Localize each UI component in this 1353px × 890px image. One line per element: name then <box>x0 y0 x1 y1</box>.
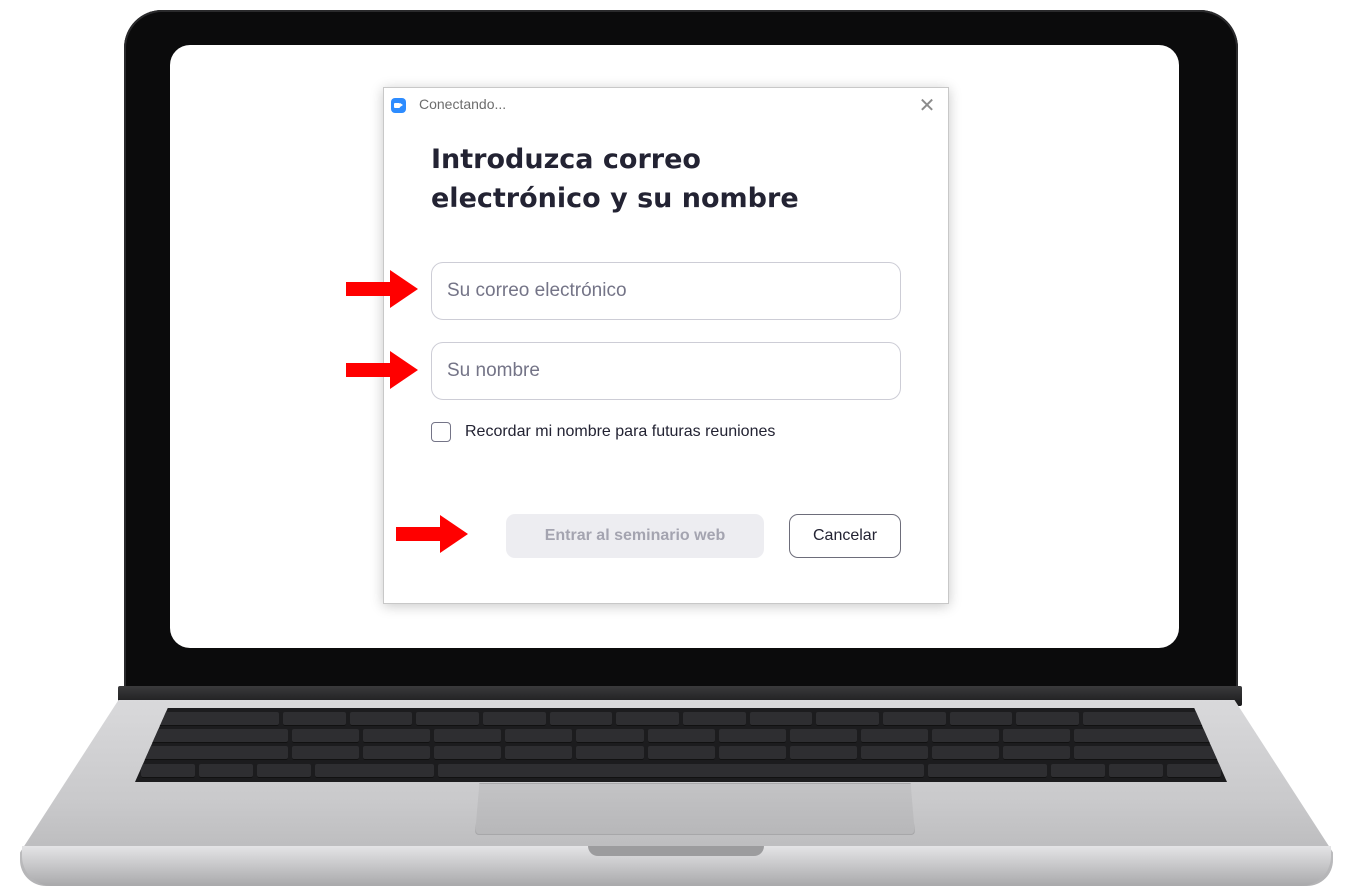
close-icon[interactable]: ✕ <box>918 95 936 115</box>
keyboard-row <box>135 746 1227 760</box>
keyboard-row <box>135 729 1227 743</box>
laptop-notch <box>588 846 764 856</box>
heading-line-2: electrónico y su nombre <box>431 183 799 214</box>
keyboard-row <box>135 764 1227 778</box>
laptop-screen: Conectando... ✕ Introduzca correo electr… <box>170 45 1179 648</box>
dialog-titlebar: Conectando... ✕ <box>384 88 948 122</box>
remember-name-checkbox[interactable] <box>431 422 451 442</box>
dialog-heading: Introduzca correo electrónico y su nombr… <box>431 140 891 218</box>
red-arrow-icon <box>346 351 418 389</box>
remember-name-option[interactable]: Recordar mi nombre para futuras reunione… <box>431 422 775 442</box>
zoom-camera-icon <box>391 98 406 113</box>
laptop-keyboard <box>135 708 1227 782</box>
laptop-trackpad <box>475 783 915 835</box>
join-webinar-button[interactable]: Entrar al seminario web <box>506 514 764 558</box>
name-input[interactable] <box>431 342 901 400</box>
heading-line-1: Introduzca correo <box>431 144 701 175</box>
red-arrow-icon <box>346 270 418 308</box>
window-title: Conectando... <box>419 96 507 112</box>
cancel-button[interactable]: Cancelar <box>789 514 901 558</box>
keyboard-row <box>135 712 1227 726</box>
email-input[interactable] <box>431 262 901 320</box>
red-arrow-icon <box>396 515 468 553</box>
remember-name-label: Recordar mi nombre para futuras reunione… <box>465 423 776 440</box>
